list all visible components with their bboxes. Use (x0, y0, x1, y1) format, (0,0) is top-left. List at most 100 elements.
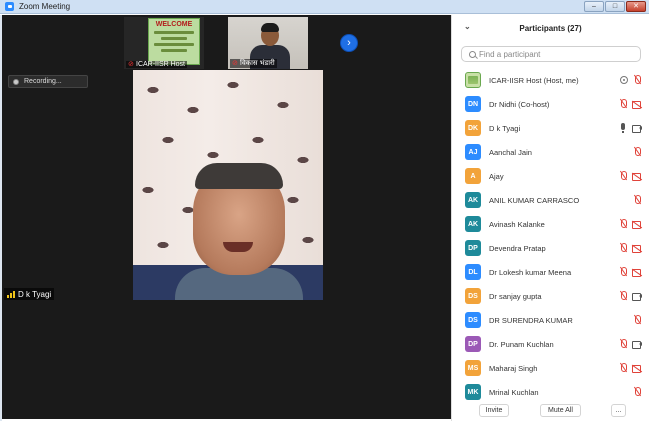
participant-status-icons (618, 363, 642, 373)
video-icon[interactable] (632, 291, 642, 301)
participant-name: Aanchal Jain (489, 147, 532, 157)
participant-name: Mrinal Kuchlan (489, 387, 539, 397)
participant-status-icons (618, 291, 642, 301)
mic-muted-icon[interactable] (618, 363, 628, 373)
mic-muted-icon: ⊘ (232, 60, 238, 67)
thumbnail-name-label: ⊘ विकास भंडारी (230, 59, 277, 68)
participant-name: Dr Nidhi (Co-host) (489, 99, 550, 109)
participant-name: Dr. Punam Kuchlan (489, 339, 554, 349)
mic-muted-icon[interactable] (632, 195, 642, 205)
participants-title: Participants (27) (519, 23, 582, 33)
participant-row[interactable]: DP Dr. Punam Kuchlan (452, 332, 649, 356)
avatar: AK (465, 192, 481, 208)
next-page-button[interactable]: › (340, 34, 358, 52)
participant-row[interactable]: AK ANIL KUMAR CARRASCO (452, 188, 649, 212)
maximize-button[interactable]: □ (605, 1, 625, 12)
participant-name: D k Tyagi (489, 123, 521, 133)
participants-footer: Invite Mute All ... (452, 401, 649, 421)
mic-muted-icon: ⊘ (128, 61, 134, 68)
video-off-icon[interactable] (632, 99, 642, 109)
participant-row[interactable]: DS Dr sanjay gupta (452, 284, 649, 308)
video-icon[interactable] (632, 123, 642, 133)
participant-status-icons (618, 123, 642, 133)
avatar: AK (465, 216, 481, 232)
thumbnail-name-label: ⊘ ICAR-IISR Host (126, 61, 188, 68)
participant-status-icons (618, 99, 642, 109)
chevron-right-icon: › (347, 37, 351, 49)
participant-name: ANIL KUMAR CARRASCO (489, 195, 580, 205)
participant-row[interactable]: AK Avinash Kalanke (452, 212, 649, 236)
participant-name: Avinash Kalanke (489, 219, 545, 229)
participant-row[interactable]: DL Dr Lokesh kumar Meena (452, 260, 649, 284)
mic-muted-icon[interactable] (618, 219, 628, 229)
mic-muted-icon[interactable] (618, 171, 628, 181)
thumbnail-name: विकास भंडारी (240, 60, 275, 67)
title-bar: Zoom Meeting – □ ✕ (0, 0, 649, 14)
video-off-icon[interactable] (632, 219, 642, 229)
participant-status-icons (632, 195, 642, 205)
avatar: DP (465, 336, 481, 352)
participant-row[interactable]: A Ajay (452, 164, 649, 188)
participant-row[interactable]: DN Dr Nidhi (Co-host) (452, 92, 649, 116)
participant-status-icons (632, 147, 642, 157)
minimize-button[interactable]: – (584, 1, 604, 12)
video-icon[interactable] (632, 339, 642, 349)
participants-header: ⌄ Participants (27) (452, 15, 649, 41)
participant-name: Dr sanjay gupta (489, 291, 542, 301)
participant-row[interactable]: DP Devendra Pratap (452, 236, 649, 260)
video-off-icon[interactable] (632, 363, 642, 373)
participant-row[interactable]: MS Maharaj Singh (452, 356, 649, 380)
recording-indicator[interactable]: Recording... (8, 75, 88, 88)
mic-muted-icon[interactable] (632, 315, 642, 325)
participant-name: Dr Lokesh kumar Meena (489, 267, 572, 277)
participants-panel: ⌄ Participants (27) ICAR-IISR Host (Host… (451, 15, 649, 421)
active-speaker-label: D k Tyagi (4, 288, 55, 300)
video-off-icon[interactable] (632, 171, 642, 181)
mic-muted-icon[interactable] (618, 291, 628, 301)
video-off-icon[interactable] (632, 243, 642, 253)
participant-row[interactable]: AJ Aanchal Jain (452, 140, 649, 164)
participant-status-icons (632, 315, 642, 325)
mute-all-button[interactable]: Mute All (540, 404, 581, 417)
close-button[interactable]: ✕ (626, 1, 646, 12)
participant-list: ICAR-IISR Host (Host, me) DN Dr Nidhi (Co-… (452, 68, 649, 404)
video-off-icon[interactable] (632, 267, 642, 277)
record-icon (13, 78, 19, 85)
avatar: DN (465, 96, 481, 112)
host-icon[interactable] (620, 76, 628, 84)
mic-icon[interactable] (618, 123, 628, 133)
recording-label: Recording... (24, 78, 62, 85)
participant-row[interactable]: DS DR SURENDRA KUMAR (452, 308, 649, 332)
mic-muted-icon[interactable] (632, 147, 642, 157)
mic-muted-icon[interactable] (618, 99, 628, 109)
chevron-down-icon[interactable]: ⌄ (464, 23, 471, 31)
invite-button[interactable]: Invite (479, 404, 509, 417)
participant-name: Maharaj Singh (489, 363, 538, 373)
participant-status-icons (618, 339, 642, 349)
welcome-slide: WELCOME (148, 18, 200, 65)
avatar: A (465, 168, 481, 184)
zoom-app-icon (5, 2, 14, 11)
more-options-button[interactable]: ... (611, 404, 626, 417)
avatar: DS (465, 312, 481, 328)
video-thumbnail-participant[interactable]: ⊘ विकास भंडारी (228, 17, 308, 69)
mic-muted-icon[interactable] (632, 75, 642, 85)
mic-muted-icon[interactable] (618, 339, 628, 349)
search-input[interactable] (479, 49, 629, 59)
mic-muted-icon[interactable] (618, 267, 628, 277)
avatar: MS (465, 360, 481, 376)
welcome-slide-title: WELCOME (155, 21, 193, 28)
participant-status-icons (618, 219, 642, 229)
mic-muted-icon[interactable] (632, 387, 642, 397)
avatar: DL (465, 264, 481, 280)
avatar: MK (465, 384, 481, 400)
active-speaker-name: D k Tyagi (18, 289, 52, 299)
participant-row[interactable]: DK D k Tyagi (452, 116, 649, 140)
participant-search[interactable] (461, 46, 641, 62)
window-controls: – □ ✕ (584, 1, 646, 12)
video-thumbnail-host[interactable]: WELCOME ⊘ ICAR-IISR Host (124, 17, 204, 69)
mic-muted-icon[interactable] (618, 243, 628, 253)
active-speaker-video (133, 70, 323, 300)
participant-status-icons (618, 171, 642, 181)
participant-row[interactable]: ICAR-IISR Host (Host, me) (452, 68, 649, 92)
